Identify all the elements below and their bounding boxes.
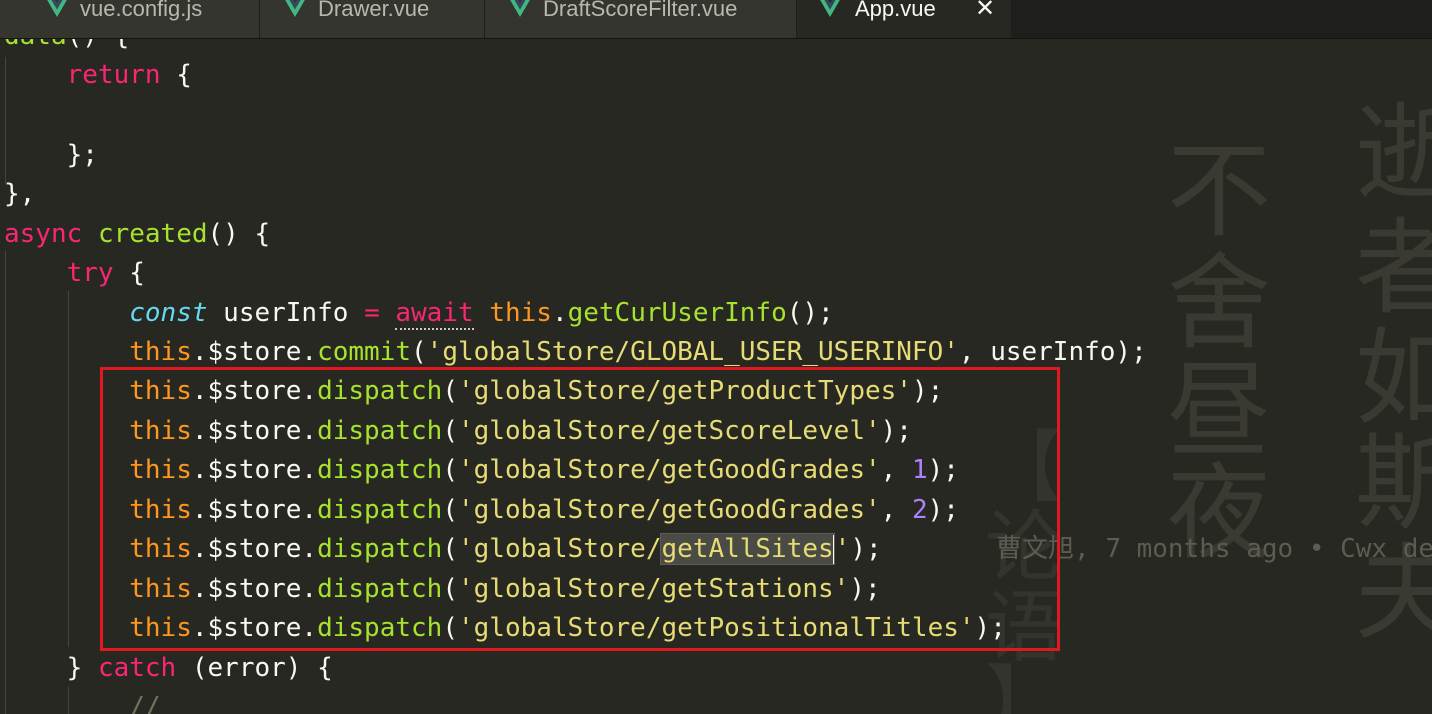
code-line: this.$store.commit('globalStore/GLOBAL_U… [129,337,1147,367]
code-line: } catch (error) { [66,653,333,683]
vue-icon [285,0,305,17]
git-blame-annotation: 曹文旭, 7 months ago • Cwx de [996,529,1432,569]
blame-text: , 7 months ago • Cwx de [1074,534,1432,564]
wallpaper-glyph: 舍 [1167,242,1271,364]
code-line: }, [4,179,36,209]
wallpaper-glyph: 逝 [1355,92,1432,214]
close-tab-icon[interactable]: ✕ [975,0,995,24]
code-line: try { [66,258,145,288]
code-line: async created() { [4,219,271,249]
code-editor[interactable]: 不 舍 昼 夜 逝 者 如 斯 夫 【 论 语 】 data() { retur… [0,39,1432,714]
code-line: return { [66,60,192,90]
tab-drawer-vue[interactable]: Drawer.vue [260,0,485,38]
code-line: // [129,692,161,714]
wallpaper-glyph: 不 [1167,130,1271,252]
tab-label: DraftScoreFilter.vue [543,0,738,21]
wallpaper-glyph: 如 [1355,317,1432,439]
wallpaper-glyph: 昼 [1167,350,1271,472]
vue-icon [510,0,530,17]
tab-label: App.vue [855,0,936,21]
wallpaper-glyph: 】 [985,658,1063,714]
editor-tab-bar: vue.config.js Drawer.vue DraftScoreFilte… [0,0,1432,39]
tab-vue-config-js[interactable]: vue.config.js [0,0,260,38]
wallpaper-glyph: 者 [1355,207,1432,329]
vue-icon [820,0,840,17]
code-line: data() { [4,39,129,56]
wallpaper-glyph: 斯 [1355,422,1432,544]
code-line: }; [66,140,98,170]
tab-app-vue[interactable]: App.vue ✕ [797,0,1012,38]
vue-icon [47,0,67,17]
tab-label: Drawer.vue [318,0,430,21]
tab-draftscorefilter-vue[interactable]: DraftScoreFilter.vue [485,0,797,38]
code-line: const userInfo = await this.getCurUserIn… [129,298,834,330]
highlight-annotation-box [100,367,1060,651]
tab-label: vue.config.js [80,0,203,21]
